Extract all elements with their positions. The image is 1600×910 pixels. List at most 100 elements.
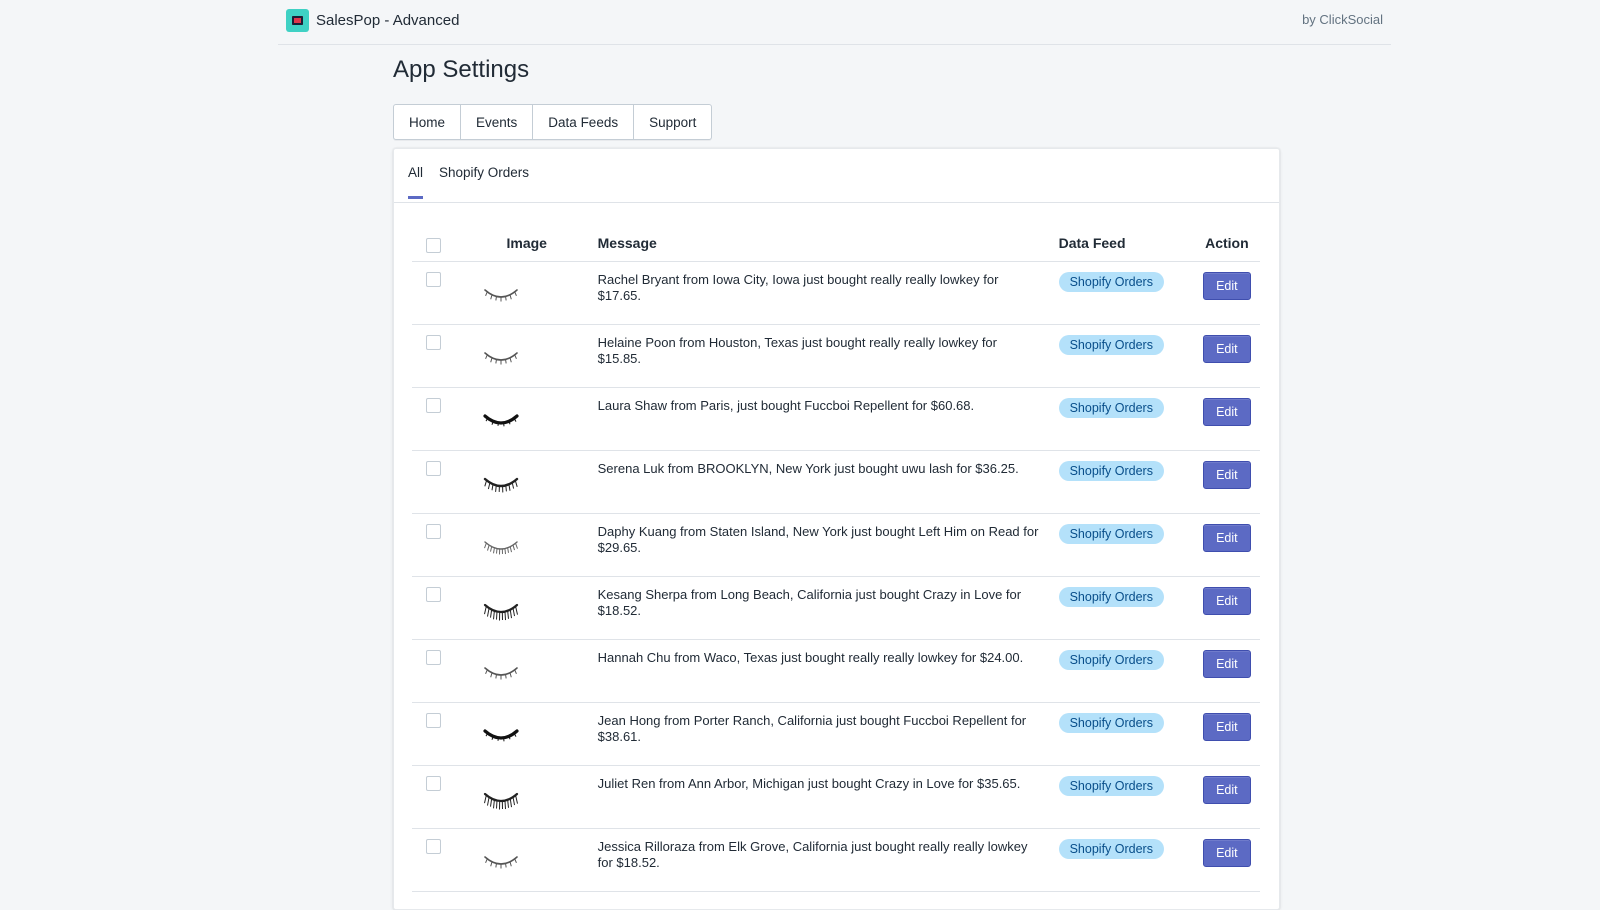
row-action-cell: Edit — [1194, 640, 1260, 703]
row-action-cell: Edit — [1194, 829, 1260, 892]
header-image: Image — [457, 225, 598, 262]
table-row: Laura Shaw from Paris, just bought Fuccb… — [412, 388, 1260, 451]
app-logo-icon — [286, 9, 309, 32]
row-feed-cell: Shopify Orders — [1059, 703, 1194, 766]
eyelash-product-image — [479, 396, 523, 440]
row-action-cell: Edit — [1194, 703, 1260, 766]
nav-tabs: Home Events Data Feeds Support — [393, 104, 712, 140]
select-all-checkbox[interactable] — [426, 238, 441, 253]
row-message-cell: Jessica Rilloraza from Elk Grove, Califo… — [598, 829, 1059, 892]
row-action-cell: Edit — [1194, 388, 1260, 451]
edit-button[interactable]: Edit — [1203, 461, 1251, 489]
row-checkbox[interactable] — [426, 524, 441, 539]
header-action: Action — [1194, 225, 1260, 262]
row-action-cell: Edit — [1194, 451, 1260, 514]
row-feed-cell: Shopify Orders — [1059, 325, 1194, 388]
brand[interactable]: SalesPop - Advanced — [286, 9, 459, 32]
header-select — [412, 225, 457, 262]
row-image-cell — [457, 514, 598, 577]
row-checkbox[interactable] — [426, 839, 441, 854]
row-action-cell: Edit — [1194, 325, 1260, 388]
row-select-cell — [412, 703, 457, 766]
row-image-cell — [457, 766, 598, 829]
edit-button[interactable]: Edit — [1203, 839, 1251, 867]
row-message: Helaine Poon from Houston, Texas just bo… — [598, 335, 1059, 367]
row-image-cell — [457, 388, 598, 451]
row-image-cell — [457, 640, 598, 703]
row-image-cell — [457, 262, 598, 325]
row-action-cell: Edit — [1194, 262, 1260, 325]
top-bar: SalesPop - Advanced by ClickSocial — [278, 0, 1391, 45]
header-data-feed: Data Feed — [1059, 225, 1194, 262]
table-row: Jean Hong from Porter Ranch, California … — [412, 703, 1260, 766]
row-message: Laura Shaw from Paris, just bought Fuccb… — [598, 398, 1059, 414]
page-title: App Settings — [393, 56, 529, 84]
row-message-cell: Serena Luk from BROOKLYN, New York just … — [598, 451, 1059, 514]
row-action-cell: Edit — [1194, 514, 1260, 577]
row-checkbox[interactable] — [426, 335, 441, 350]
row-message: Jean Hong from Porter Ranch, California … — [598, 713, 1059, 745]
data-feed-badge: Shopify Orders — [1059, 713, 1164, 733]
row-action-cell: Edit — [1194, 766, 1260, 829]
data-feed-badge: Shopify Orders — [1059, 461, 1164, 481]
row-feed-cell: Shopify Orders — [1059, 766, 1194, 829]
eyelash-product-image — [479, 270, 523, 314]
data-feed-badge: Shopify Orders — [1059, 335, 1164, 355]
data-feed-badge: Shopify Orders — [1059, 650, 1164, 670]
events-table: Image Message Data Feed Action Rachel Br… — [412, 225, 1260, 892]
table-row: Hannah Chu from Waco, Texas just bought … — [412, 640, 1260, 703]
row-image-cell — [457, 325, 598, 388]
data-feed-badge: Shopify Orders — [1059, 839, 1164, 859]
row-checkbox[interactable] — [426, 587, 441, 602]
table-row: Kesang Sherpa from Long Beach, Californi… — [412, 577, 1260, 640]
row-message-cell: Helaine Poon from Houston, Texas just bo… — [598, 325, 1059, 388]
edit-button[interactable]: Edit — [1203, 776, 1251, 804]
edit-button[interactable]: Edit — [1203, 335, 1251, 363]
filter-tabs: All Shopify Orders — [394, 149, 1279, 203]
row-feed-cell: Shopify Orders — [1059, 829, 1194, 892]
edit-button[interactable]: Edit — [1203, 272, 1251, 300]
eyelash-product-image — [479, 648, 523, 692]
row-message: Rachel Bryant from Iowa City, Iowa just … — [598, 272, 1059, 304]
row-message: Juliet Ren from Ann Arbor, Michigan just… — [598, 776, 1059, 792]
row-select-cell — [412, 325, 457, 388]
edit-button[interactable]: Edit — [1203, 713, 1251, 741]
row-image-cell — [457, 829, 598, 892]
tab-data-feeds[interactable]: Data Feeds — [533, 105, 634, 139]
eyelash-product-image — [479, 333, 523, 377]
row-message-cell: Laura Shaw from Paris, just bought Fuccb… — [598, 388, 1059, 451]
filter-tab-shopify-orders[interactable]: Shopify Orders — [439, 165, 529, 196]
row-feed-cell: Shopify Orders — [1059, 262, 1194, 325]
table-row: Serena Luk from BROOKLYN, New York just … — [412, 451, 1260, 514]
row-select-cell — [412, 388, 457, 451]
row-checkbox[interactable] — [426, 272, 441, 287]
table-row: Helaine Poon from Houston, Texas just bo… — [412, 325, 1260, 388]
filter-tab-all[interactable]: All — [408, 165, 423, 199]
row-feed-cell: Shopify Orders — [1059, 388, 1194, 451]
edit-button[interactable]: Edit — [1203, 524, 1251, 552]
row-feed-cell: Shopify Orders — [1059, 640, 1194, 703]
tab-events[interactable]: Events — [461, 105, 533, 139]
header-message: Message — [598, 225, 1059, 262]
row-checkbox[interactable] — [426, 776, 441, 791]
row-select-cell — [412, 451, 457, 514]
tab-home[interactable]: Home — [394, 105, 461, 139]
row-message: Jessica Rilloraza from Elk Grove, Califo… — [598, 839, 1059, 871]
row-checkbox[interactable] — [426, 713, 441, 728]
tab-support[interactable]: Support — [634, 105, 711, 139]
row-feed-cell: Shopify Orders — [1059, 514, 1194, 577]
row-image-cell — [457, 703, 598, 766]
row-checkbox[interactable] — [426, 398, 441, 413]
row-feed-cell: Shopify Orders — [1059, 451, 1194, 514]
row-image-cell — [457, 451, 598, 514]
row-checkbox[interactable] — [426, 461, 441, 476]
edit-button[interactable]: Edit — [1203, 650, 1251, 678]
data-feed-badge: Shopify Orders — [1059, 398, 1164, 418]
row-select-cell — [412, 577, 457, 640]
edit-button[interactable]: Edit — [1203, 398, 1251, 426]
byline: by ClickSocial — [1302, 12, 1383, 27]
data-feed-badge: Shopify Orders — [1059, 272, 1164, 292]
row-select-cell — [412, 514, 457, 577]
row-checkbox[interactable] — [426, 650, 441, 665]
edit-button[interactable]: Edit — [1203, 587, 1251, 615]
